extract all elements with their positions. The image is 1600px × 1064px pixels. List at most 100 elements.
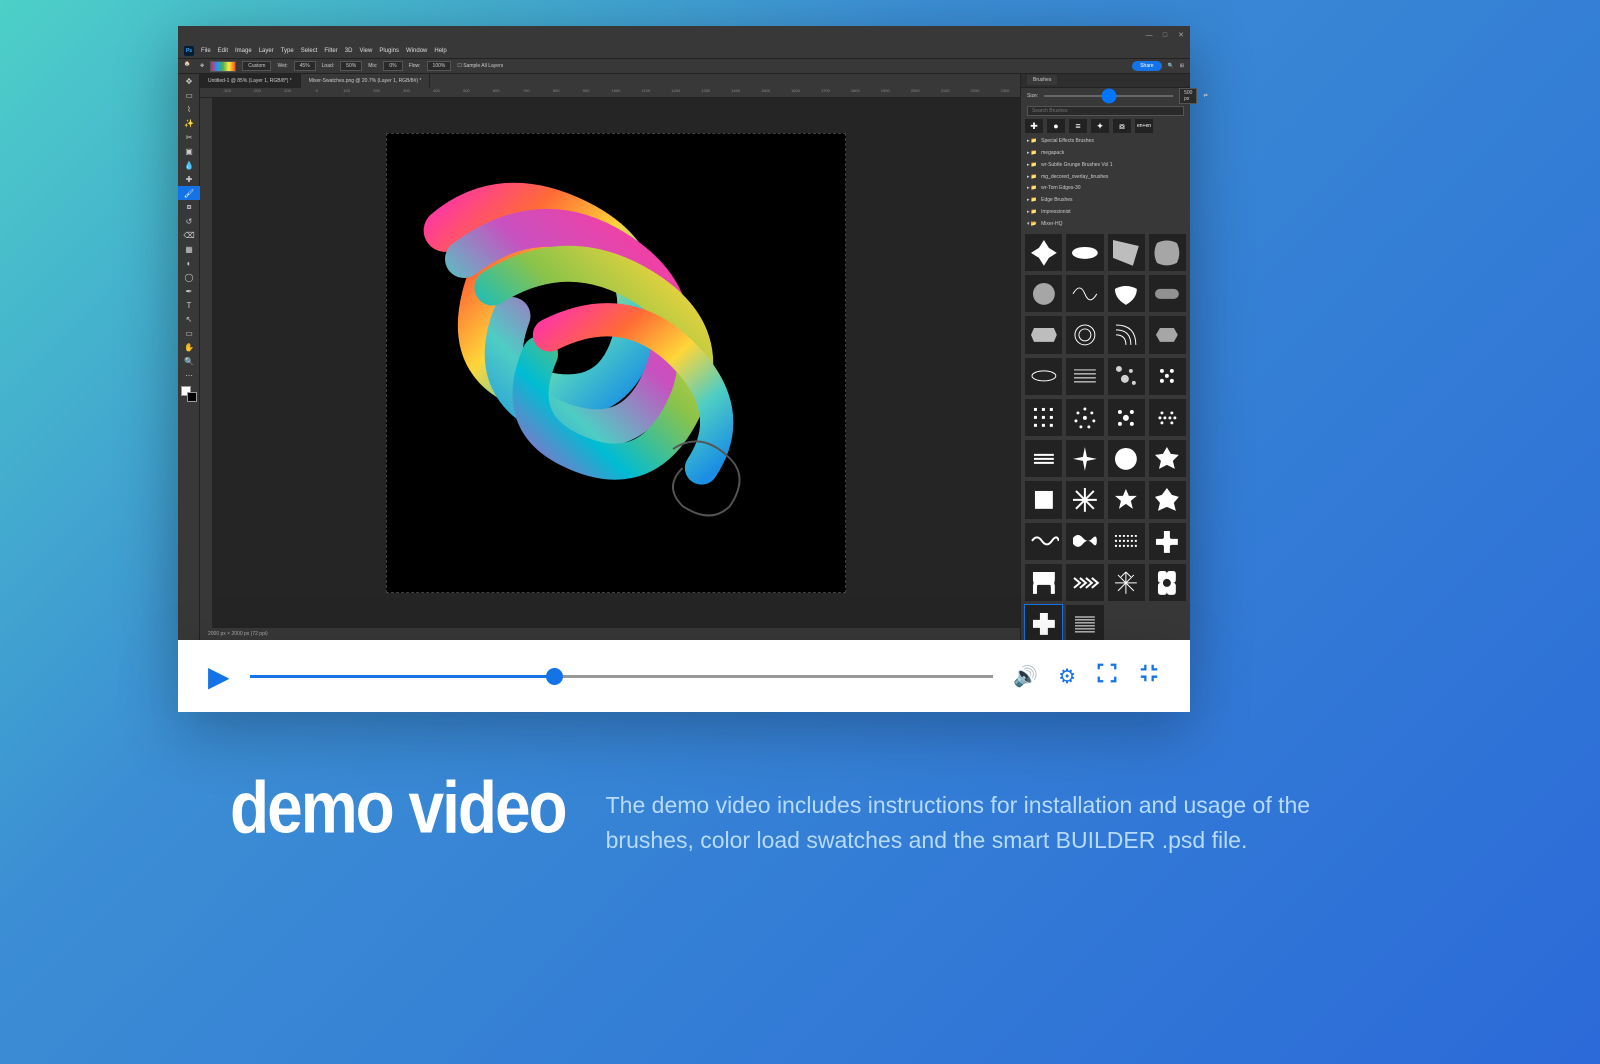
brush-thumb[interactable] (1066, 564, 1103, 601)
flow-value[interactable]: 100% (427, 61, 452, 71)
menu-select[interactable]: Select (301, 48, 318, 54)
type-tool[interactable]: T (178, 298, 200, 312)
brush-thumb[interactable] (1025, 358, 1062, 395)
brush-thumb[interactable] (1066, 481, 1103, 518)
menu-window[interactable]: Window (406, 48, 427, 54)
menu-help[interactable]: Help (434, 48, 446, 54)
settings-icon[interactable]: ⚙ (1058, 664, 1076, 689)
brush-thumb[interactable] (1025, 399, 1062, 436)
brush-thumb[interactable] (1025, 440, 1062, 477)
load-value[interactable]: 50% (340, 61, 362, 71)
brush-thumb[interactable] (1108, 234, 1145, 271)
brush-thumb[interactable] (1066, 399, 1103, 436)
tab-swatches[interactable]: Mixer-Swatches.png @ 20.7% (Layer 1, RGB… (301, 74, 431, 88)
eraser-tool[interactable]: ⌫ (178, 228, 200, 242)
folder[interactable]: ▸ 📁 wr-Subtle Grunge Brushes Vol 1 (1021, 159, 1190, 171)
blur-tool[interactable]: ◐ (178, 256, 200, 270)
volume-icon[interactable]: 🔊 (1013, 664, 1038, 689)
folder[interactable]: ▸ 📁 Edge Brushes (1021, 194, 1190, 206)
brush-preview-icon[interactable]: ≡ (1069, 119, 1087, 133)
brush-thumb[interactable] (1066, 358, 1103, 395)
marquee-tool[interactable]: ▭ (178, 88, 200, 102)
stamp-tool[interactable]: ⧇ (178, 200, 200, 214)
brush-thumb[interactable] (1149, 481, 1186, 518)
brush-thumb[interactable] (1108, 275, 1145, 312)
menu-edit[interactable]: Edit (218, 48, 228, 54)
color-picker[interactable] (181, 386, 197, 402)
brush-thumb[interactable] (1149, 399, 1186, 436)
minimize-button[interactable]: — (1144, 30, 1154, 40)
search-icon[interactable]: 🔍 (1168, 63, 1174, 69)
brush-thumb[interactable] (1108, 399, 1145, 436)
menu-plugins[interactable]: Plugins (379, 48, 399, 54)
progress-track[interactable] (250, 675, 994, 678)
brush-thumb[interactable] (1066, 316, 1103, 353)
artboard[interactable] (386, 133, 846, 593)
close-button[interactable]: ✕ (1176, 30, 1186, 40)
menu-file[interactable]: File (201, 48, 211, 54)
folder[interactable]: ▸ 📁 Special Effects Brushes (1021, 135, 1190, 147)
menu-view[interactable]: View (359, 48, 372, 54)
sample-checkbox[interactable]: ☐ Sample All Layers (457, 63, 503, 69)
brush-thumb[interactable] (1108, 564, 1145, 601)
size-slider[interactable] (1044, 95, 1173, 97)
folder[interactable]: ▸ 📁 mg_decored_overlay_brushes (1021, 171, 1190, 183)
folder-active[interactable]: ▾ 📂 Mixer-HQ (1021, 218, 1190, 230)
custom-dropdown[interactable]: Custom (242, 61, 271, 71)
progress-thumb[interactable] (546, 668, 563, 685)
brush-preview-icon[interactable]: ⧇ (1113, 119, 1131, 133)
size-value[interactable]: 500 px (1179, 88, 1197, 104)
menu-type[interactable]: Type (281, 48, 294, 54)
brush-thumb[interactable] (1025, 275, 1062, 312)
tab-untitled[interactable]: Untitled-1 @ 85% (Layer 1, RGB/8*) * (200, 74, 301, 88)
brush-thumb[interactable] (1108, 523, 1145, 560)
brush-thumb[interactable] (1025, 523, 1062, 560)
home-icon[interactable]: 🏠 (184, 61, 194, 71)
path-tool[interactable]: ↖ (178, 312, 200, 326)
brush-thumb[interactable] (1066, 234, 1103, 271)
eyedropper-tool[interactable]: 💧 (178, 158, 200, 172)
brush-thumb[interactable] (1025, 481, 1062, 518)
dodge-tool[interactable]: ◯ (178, 270, 200, 284)
brush-thumb[interactable] (1149, 234, 1186, 271)
brush-search[interactable] (1027, 106, 1184, 116)
menu-image[interactable]: Image (235, 48, 252, 54)
brush-thumb[interactable] (1108, 358, 1145, 395)
frame-tool[interactable]: ▣ (178, 144, 200, 158)
brush-thumb[interactable] (1025, 234, 1062, 271)
brush-thumb[interactable] (1066, 523, 1103, 560)
color-swatch[interactable] (210, 61, 236, 72)
brush-thumb[interactable] (1149, 564, 1186, 601)
folder[interactable]: ▸ 📁 Impressionist (1021, 206, 1190, 218)
brush-thumb[interactable] (1066, 275, 1103, 312)
canvas[interactable] (212, 98, 1020, 628)
workspace-icon[interactable]: ⊞ (1180, 63, 1184, 69)
folder[interactable]: ▸ 📁 wr-Torn Edges-30 (1021, 183, 1190, 195)
crop-tool[interactable]: ✂ (178, 130, 200, 144)
folder[interactable]: ▸ 📁 megapack (1021, 147, 1190, 159)
brush-thumb[interactable] (1025, 564, 1062, 601)
menu-filter[interactable]: Filter (324, 48, 337, 54)
brush-preview-icon[interactable]: ✚ (1025, 119, 1043, 133)
share-button[interactable]: Share (1132, 61, 1161, 71)
shape-tool[interactable]: ▭ (178, 326, 200, 340)
wand-tool[interactable]: ✨ (178, 116, 200, 130)
hand-tool[interactable]: ✋ (178, 340, 200, 354)
flip-icon[interactable]: ⇄ (1203, 93, 1207, 99)
brush-preview-icon[interactable]: en+en (1135, 119, 1153, 133)
brush-thumb[interactable] (1108, 316, 1145, 353)
brush-thumb[interactable] (1066, 440, 1103, 477)
brush-thumb[interactable] (1149, 275, 1186, 312)
heal-tool[interactable]: ✚ (178, 172, 200, 186)
play-button[interactable]: ▶ (208, 660, 230, 693)
wet-value[interactable]: 45% (294, 61, 316, 71)
brush-thumb[interactable] (1025, 316, 1062, 353)
fullscreen-icon[interactable] (1096, 662, 1118, 690)
brush-thumb[interactable] (1149, 440, 1186, 477)
brush-thumb[interactable] (1149, 523, 1186, 560)
brush-thumb[interactable] (1149, 316, 1186, 353)
zoom-tool[interactable]: 🔍 (178, 354, 200, 368)
exit-fullscreen-icon[interactable] (1138, 662, 1160, 690)
history-tool[interactable]: ↺ (178, 214, 200, 228)
panel-tab-brushes[interactable]: Brushes (1021, 74, 1190, 88)
